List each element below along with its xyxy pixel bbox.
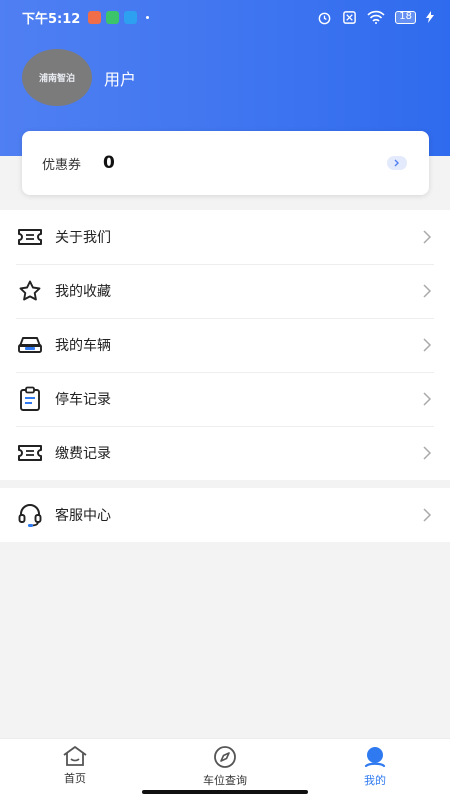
menu-item-label: 停车记录 [55, 392, 111, 408]
download-notification-icon [106, 10, 120, 24]
menu-item-vehicles[interactable]: 我的车辆 [0, 318, 450, 372]
menu-item-about[interactable]: 关于我们 [0, 210, 450, 264]
coupon-card[interactable]: 优惠券 0 [22, 131, 429, 195]
chevron-right-icon [423, 230, 432, 244]
home-indicator[interactable] [142, 790, 308, 794]
charging-icon [426, 11, 434, 23]
username: 用户 [104, 70, 137, 89]
menu-item-label: 我的车辆 [55, 338, 111, 354]
menu-list: 关于我们 我的收藏 我的车辆 停车记录 缴费记录 [0, 210, 450, 480]
coupon-arrow-icon [387, 156, 407, 170]
menu-item-label: 客服中心 [55, 508, 111, 524]
coupon-label: 优惠券 [42, 157, 82, 173]
sim-off-icon [343, 10, 357, 24]
chevron-right-icon [423, 392, 432, 406]
wifi-icon [367, 10, 385, 24]
chevron-right-icon [423, 338, 432, 352]
battery-level: 18 [395, 10, 416, 24]
cloud-notification-icon [124, 10, 138, 24]
home-icon [63, 746, 87, 766]
compass-icon [214, 746, 236, 768]
menu-item-parking-records[interactable]: 停车记录 [0, 372, 450, 426]
menu-item-label: 缴费记录 [55, 446, 111, 462]
more-notifications-dot [146, 15, 150, 19]
headset-icon [16, 501, 44, 529]
alarm-icon [318, 12, 331, 24]
avatar[interactable]: 浦南智泊 [22, 49, 92, 106]
ticket-icon [16, 223, 44, 251]
app-notification-icon [88, 10, 102, 24]
avatar-logo: 浦南智泊 [38, 74, 75, 84]
menu-item-customer-service[interactable]: 客服中心 [0, 488, 450, 542]
nav-parking-search-label: 车位查询 [203, 774, 247, 787]
menu-item-label: 关于我们 [55, 230, 111, 246]
chevron-right-icon [423, 284, 432, 298]
clipboard-icon [16, 385, 44, 413]
star-icon [16, 277, 44, 305]
user-icon [364, 747, 386, 768]
nav-home-label: 首页 [64, 772, 86, 785]
ticket-icon [16, 439, 44, 467]
menu-item-payment-records[interactable]: 缴费记录 [0, 426, 450, 480]
chevron-right-icon [423, 508, 432, 522]
status-right: 18 [317, 10, 434, 25]
service-list: 客服中心 [0, 488, 450, 542]
nav-mine-label: 我的 [364, 774, 386, 787]
nav-home[interactable]: 首页 [0, 739, 150, 800]
status-bar: 下午5:12 18 [0, 0, 450, 34]
status-time: 下午5:12 [22, 11, 81, 27]
car-icon [16, 331, 44, 359]
menu-item-label: 我的收藏 [55, 284, 111, 300]
chevron-right-icon [423, 446, 432, 460]
coupon-count: 0 [103, 153, 115, 173]
nav-mine[interactable]: 我的 [300, 739, 450, 800]
menu-item-favorites[interactable]: 我的收藏 [0, 264, 450, 318]
